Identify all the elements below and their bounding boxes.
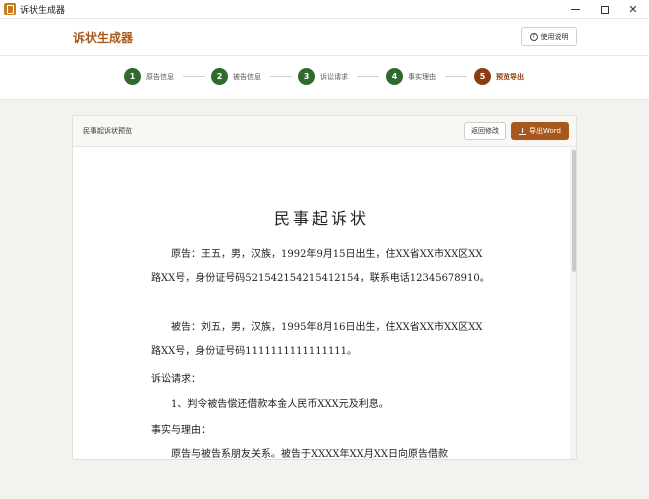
close-icon: ✕ bbox=[628, 3, 638, 16]
app-header: 诉状生成器 ? 使用说明 bbox=[0, 19, 649, 56]
step-connector bbox=[183, 76, 205, 77]
document-title: 民事起诉状 bbox=[273, 209, 369, 228]
progress-stepper: 1 原告信息 2 被告信息 3 诉讼请求 4 事实理由 5 预览导出 bbox=[0, 56, 649, 100]
close-button[interactable]: ✕ bbox=[619, 0, 647, 19]
download-icon bbox=[519, 127, 526, 135]
facts-heading: 事实与理由： bbox=[151, 425, 211, 436]
step-label: 诉讼请求 bbox=[320, 72, 348, 81]
preview-card-header: 民事起诉状预览 返回修改 导出Word bbox=[73, 116, 576, 147]
window-title: 诉状生成器 bbox=[20, 6, 66, 16]
step-label: 预览导出 bbox=[496, 72, 524, 81]
export-word-label: 导出Word bbox=[529, 127, 561, 135]
export-word-button[interactable]: 导出Word bbox=[511, 122, 569, 140]
step-plaintiff-info[interactable]: 1 原告信息 bbox=[124, 68, 174, 85]
document-preview: 民事起诉状 原告：王五，男，汉族，1992年9月15日出生，住XX省XX市XX区… bbox=[73, 148, 570, 460]
claim-item: 1、判令被告偿还借款本金人民币XXX元及利息。 bbox=[171, 399, 389, 410]
facts-paragraph: 原告与被告系朋友关系。被告于XXXX年XX月XX日向原告借款 bbox=[171, 449, 448, 460]
step-number: 5 bbox=[474, 68, 491, 85]
step-label: 被告信息 bbox=[233, 72, 261, 81]
question-icon: ? bbox=[529, 32, 538, 41]
preview-card-title: 民事起诉状预览 bbox=[83, 127, 132, 135]
window-titlebar: 诉状生成器 ✕ bbox=[0, 0, 649, 19]
preview-scrollbar[interactable] bbox=[570, 148, 576, 459]
scrollbar-thumb[interactable] bbox=[572, 150, 576, 272]
step-connector bbox=[357, 76, 379, 77]
step-number: 1 bbox=[124, 68, 141, 85]
minimize-button[interactable] bbox=[561, 0, 589, 19]
help-button-label: 使用说明 bbox=[540, 32, 569, 41]
maximize-button[interactable] bbox=[591, 0, 619, 19]
step-label: 事实理由 bbox=[408, 72, 436, 81]
step-claims[interactable]: 3 诉讼请求 bbox=[298, 68, 348, 85]
step-connector bbox=[270, 76, 292, 77]
back-to-edit-button[interactable]: 返回修改 bbox=[464, 122, 506, 140]
step-label: 原告信息 bbox=[146, 72, 174, 81]
step-defendant-info[interactable]: 2 被告信息 bbox=[211, 68, 261, 85]
step-preview-export[interactable]: 5 预览导出 bbox=[474, 68, 524, 85]
step-connector bbox=[445, 76, 467, 77]
step-number: 2 bbox=[211, 68, 228, 85]
step-number: 3 bbox=[298, 68, 315, 85]
help-button[interactable]: ? 使用说明 bbox=[521, 27, 577, 46]
maximize-icon bbox=[601, 5, 609, 14]
app-icon bbox=[4, 3, 16, 15]
plaintiff-paragraph: 原告：王五，男，汉族，1992年9月15日出生，住XX省XX市XX区XX路XX号… bbox=[151, 249, 490, 284]
step-facts[interactable]: 4 事实理由 bbox=[386, 68, 436, 85]
app-title: 诉状生成器 bbox=[73, 31, 134, 45]
minimize-icon bbox=[570, 9, 580, 10]
claims-heading: 诉讼请求： bbox=[151, 374, 201, 385]
defendant-paragraph: 被告：刘五，男，汉族，1995年8月16日出生，住XX省XX市XX区XX路XX号… bbox=[151, 322, 483, 357]
step-number: 4 bbox=[386, 68, 403, 85]
preview-card: 民事起诉状预览 返回修改 导出Word 民事起诉状 原告：王五，男，汉族，199… bbox=[72, 115, 577, 460]
